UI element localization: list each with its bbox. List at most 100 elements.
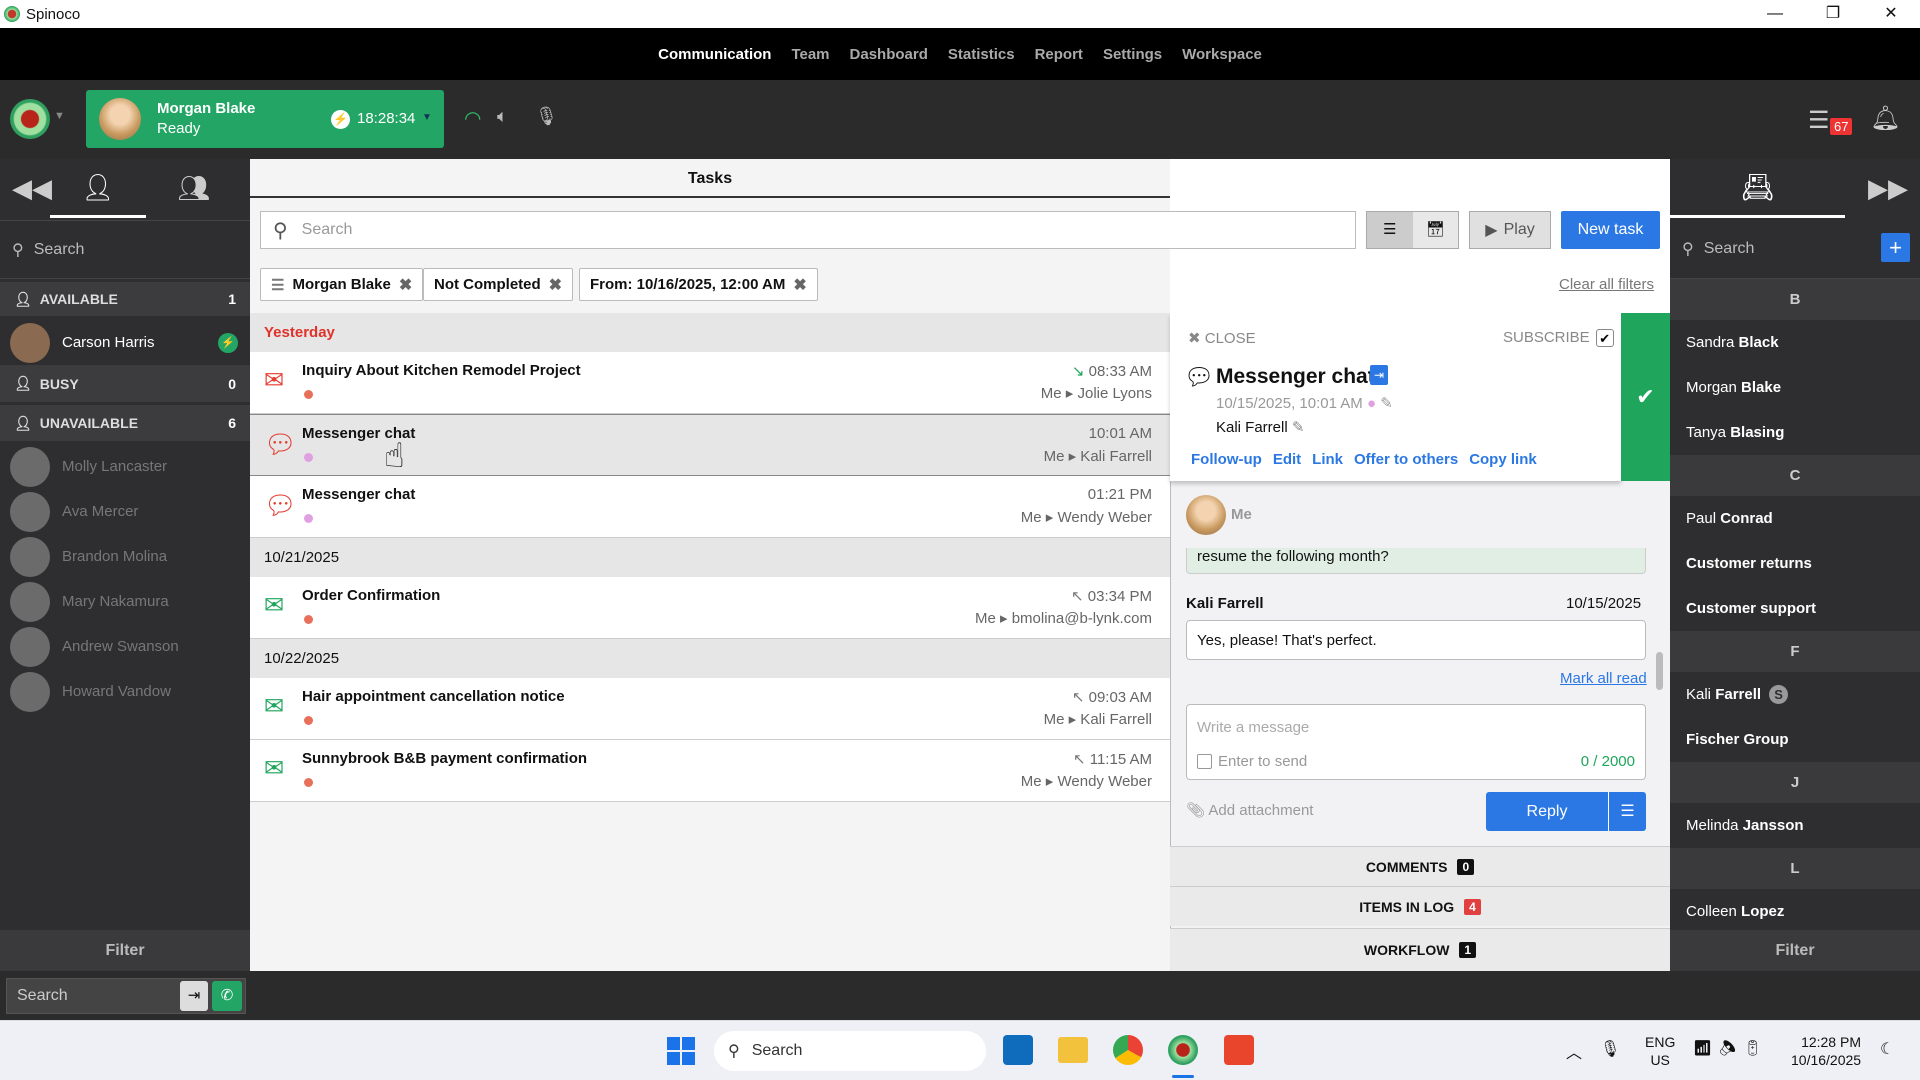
add-contact-button[interactable]: +	[1881, 233, 1910, 262]
section-comments[interactable]: COMMENTS0	[1170, 846, 1670, 886]
action-copy-link[interactable]: Copy link	[1469, 451, 1537, 468]
clear-all-filters-link[interactable]: Clear all filters	[1559, 276, 1654, 293]
speaker-icon[interactable]: 🔈︎	[497, 106, 508, 127]
minimize-button[interactable]: —	[1746, 0, 1804, 28]
team-member[interactable]: Ava Mercer	[0, 489, 250, 534]
outlook-icon[interactable]	[1003, 1035, 1033, 1065]
nav-report[interactable]: Report	[1035, 46, 1083, 63]
team-member[interactable]: Brandon Molina	[0, 534, 250, 579]
section-items-in-log[interactable]: ITEMS IN LOG4	[1170, 886, 1670, 926]
close-window-button[interactable]: ✕	[1862, 0, 1920, 28]
task-row[interactable]: ✉Hair appointment cancellation notice↖ 0…	[250, 678, 1170, 740]
edit-pencil-icon[interactable]: ✎	[1380, 395, 1393, 412]
task-list-icon[interactable]: ☰	[1808, 106, 1830, 135]
clock[interactable]: 12:28 PM10/16/2025	[1791, 1033, 1861, 1069]
contact-item[interactable]: Colleen Lopez	[1670, 889, 1920, 934]
system-tray-icons[interactable]: 📶︎🔈︎🔋︎	[1693, 1039, 1768, 1057]
team-search-input[interactable]: Search	[34, 241, 85, 259]
team-member[interactable]: Carson Harris⚡	[0, 320, 250, 365]
bell-icon[interactable]: 🔔︎	[1870, 104, 1900, 133]
nav-settings[interactable]: Settings	[1103, 46, 1162, 63]
dial-search-input[interactable]: Search	[6, 978, 246, 1014]
nav-communication[interactable]: Communication	[658, 46, 771, 63]
app-icon[interactable]	[1224, 1035, 1254, 1065]
action-offer-to-others[interactable]: Offer to others	[1354, 451, 1458, 468]
team-member[interactable]: Howard Vandow	[0, 669, 250, 714]
contact-item[interactable]: Sandra Black	[1670, 320, 1920, 365]
team-member[interactable]: Molly Lancaster	[0, 444, 250, 489]
chrome-icon[interactable]	[1113, 1035, 1143, 1065]
spinoco-taskbar-icon[interactable]	[1168, 1035, 1198, 1065]
compose-input[interactable]: Write a message	[1197, 719, 1309, 736]
left-filter-button[interactable]: Filter	[0, 930, 250, 971]
remove-filter-icon[interactable]: ✖	[793, 275, 806, 295]
chevron-up-icon[interactable]: ︿	[1566, 1039, 1582, 1063]
calendar-view-icon[interactable]: 📅︎	[1413, 212, 1459, 248]
microphone-icon[interactable]: 🎙︎	[535, 106, 558, 127]
nav-workspace[interactable]: Workspace	[1182, 46, 1262, 63]
start-icon[interactable]	[667, 1037, 695, 1065]
nav-team[interactable]: Team	[791, 46, 829, 63]
contact-item[interactable]: Kali FarrellS	[1670, 672, 1920, 717]
contact-item[interactable]: Fischer Group	[1670, 717, 1920, 762]
reply-options-icon[interactable]: ☰	[1608, 792, 1646, 831]
task-row[interactable]: ✉Sunnybrook B&B payment confirmation↖ 11…	[250, 740, 1170, 802]
complete-task-button[interactable]: ✔	[1621, 313, 1670, 481]
contact-search-input[interactable]: Search	[1704, 240, 1755, 258]
section-workflow[interactable]: WORKFLOW1	[1170, 928, 1670, 971]
file-explorer-icon[interactable]	[1058, 1037, 1088, 1063]
action-link[interactable]: Link	[1312, 451, 1343, 468]
list-view-icon[interactable]: ☰	[1367, 212, 1413, 248]
contact-item[interactable]: Morgan Blake	[1670, 365, 1920, 410]
add-attachment-button[interactable]: 📎︎ Add attachment	[1186, 801, 1313, 819]
filter-chip[interactable]: ☰Morgan Blake✖	[260, 268, 423, 301]
edit-pencil-icon[interactable]: ✎	[1292, 419, 1305, 436]
chevron-down-icon[interactable]: ▼	[422, 112, 432, 123]
language-indicator[interactable]: ENGUS	[1645, 1033, 1675, 1069]
close-detail-button[interactable]: ✖ CLOSE	[1188, 329, 1256, 347]
restore-button[interactable]: ❐	[1804, 0, 1862, 28]
taskbar-search[interactable]: ⚲Search	[714, 1031, 986, 1071]
subscribe-checkbox[interactable]: ✔	[1596, 329, 1614, 347]
team-search[interactable]: ⚲Search	[0, 220, 250, 279]
enter-to-send-checkbox[interactable]: Enter to send	[1197, 753, 1307, 770]
filter-chip[interactable]: From: 10/16/2025, 12:00 AM✖	[579, 268, 818, 301]
action-follow-up[interactable]: Follow-up	[1191, 451, 1262, 468]
task-search-input[interactable]: Search	[302, 221, 353, 239]
task-row[interactable]: ✉Inquiry About Kitchen Remodel Project↘ …	[250, 352, 1170, 414]
new-task-button[interactable]: New task	[1561, 211, 1660, 249]
group-busy[interactable]: 👤︎BUSY0	[0, 365, 250, 402]
app-status-icon[interactable]	[10, 99, 50, 139]
group-unavailable[interactable]: 👤︎UNAVAILABLE6	[0, 405, 250, 441]
remove-filter-icon[interactable]: ✖	[399, 275, 412, 295]
contact-item[interactable]: Paul Conrad	[1670, 496, 1920, 541]
open-external-icon[interactable]: ⇥	[1370, 365, 1388, 385]
phone-icon[interactable]: ✆	[212, 981, 242, 1011]
agent-status-card[interactable]: Morgan Blake Ready ⚡ 18:28:34 ▼	[86, 90, 444, 148]
filter-chip[interactable]: Not Completed✖	[423, 268, 573, 301]
notification-icon[interactable]: ☾	[1880, 1039, 1894, 1059]
task-row[interactable]: ✉Order Confirmation↖ 03:34 PMMe ▸ bmolin…	[250, 577, 1170, 639]
contact-item[interactable]: Tanya Blasing	[1670, 410, 1920, 455]
subscribe-toggle[interactable]: SUBSCRIBE✔	[1503, 329, 1614, 347]
microphone-icon[interactable]: 🎙︎	[1600, 1039, 1620, 1059]
contact-item[interactable]: Customer returns	[1670, 541, 1920, 586]
team-member[interactable]: Andrew Swanson	[0, 624, 250, 669]
play-button[interactable]: ▶Play	[1469, 211, 1551, 249]
right-filter-button[interactable]: Filter	[1670, 930, 1920, 971]
chevron-down-icon[interactable]: ▼	[54, 110, 65, 122]
transfer-icon[interactable]: ⇥	[180, 981, 208, 1011]
collapse-right-button[interactable]: ▶▶	[1856, 159, 1920, 218]
contacts-tab-icon[interactable]: 📇︎	[1670, 159, 1845, 218]
group-available[interactable]: 👤︎AVAILABLE1	[0, 282, 250, 316]
team-member[interactable]: Mary Nakamura	[0, 579, 250, 624]
contact-item[interactable]: Customer support	[1670, 586, 1920, 631]
contact-item[interactable]: Melinda Jansson	[1670, 803, 1920, 848]
task-search[interactable]: ⚲Search	[260, 211, 1356, 249]
nav-dashboard[interactable]: Dashboard	[850, 46, 928, 63]
person-tab-icon[interactable]: 👤︎	[50, 159, 146, 218]
nav-statistics[interactable]: Statistics	[948, 46, 1015, 63]
reply-button[interactable]: Reply	[1486, 792, 1608, 831]
chat-scrollbar[interactable]	[1656, 652, 1663, 690]
mark-all-read-link[interactable]: Mark all read	[1560, 670, 1647, 687]
